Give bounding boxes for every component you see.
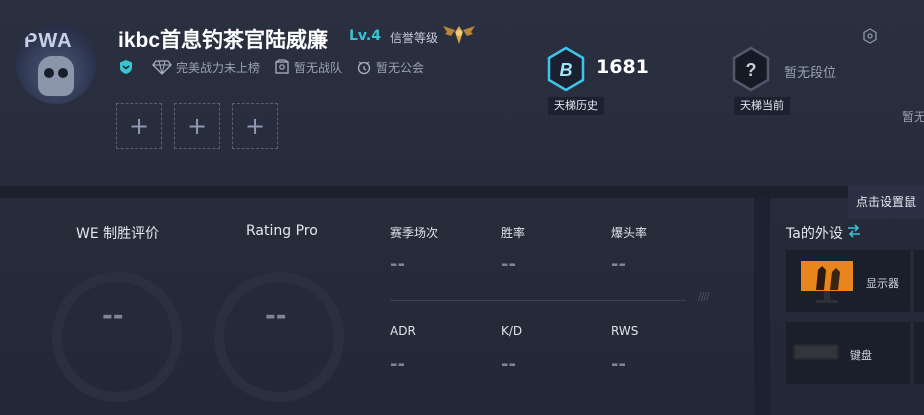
stat-season-matches-label: 赛季场次	[390, 226, 439, 240]
ladder-history-score: 1681	[596, 56, 649, 78]
credit-level-label: 信誉等级	[390, 31, 439, 45]
truncated-rank-text: 暂无	[902, 110, 924, 124]
tag-guild-label: 暂无公会	[376, 60, 425, 75]
avatar-mask-figure	[38, 56, 74, 96]
team-icon	[275, 59, 289, 74]
slash-decoration: ////	[698, 290, 710, 303]
stat-win-rate-value: --	[501, 254, 516, 275]
gear-card-partial-1	[914, 250, 924, 312]
stat-rws-label: RWS	[611, 324, 639, 338]
avatar-left-eye	[44, 68, 54, 78]
add-slot-2[interactable]: +	[174, 103, 220, 149]
stats-separator	[390, 300, 686, 301]
stat-rws-value: --	[611, 354, 626, 375]
golden-wings-badge-icon[interactable]	[441, 22, 477, 48]
settings-icon[interactable]	[862, 28, 878, 44]
we-rating-label: WE 制胜评价	[76, 226, 160, 242]
tag-power-rank-label: 完美战力未上榜	[176, 60, 261, 75]
stat-headshot-rate-value: --	[611, 254, 626, 275]
swap-icon[interactable]	[846, 224, 862, 238]
tag-team-label: 暂无战队	[294, 60, 343, 75]
stat-headshot-rate-label: 爆头率	[611, 226, 648, 240]
stat-kd-label: K/D	[501, 324, 523, 338]
ladder-current-text: 暂无段位	[784, 66, 837, 81]
tag-team-shield[interactable]	[118, 59, 138, 75]
ladder-current-label: 天梯当前	[734, 97, 790, 115]
stat-kd-value: --	[501, 354, 516, 375]
guild-icon	[357, 61, 371, 75]
nickname: ikbc首息钓茶官陆威廉	[118, 29, 329, 52]
we-rating-value: --	[102, 301, 124, 331]
ladder-history-label: 天梯历史	[548, 97, 604, 115]
stat-adr-label: ADR	[390, 324, 416, 338]
profile-tag-row: 完美战力未上榜 暂无战队 暂无公会	[118, 58, 438, 76]
monitor-icon	[801, 261, 853, 303]
add-slot-3[interactable]: +	[232, 103, 278, 149]
add-slot-1[interactable]: +	[116, 103, 162, 149]
diamond-icon	[152, 60, 172, 75]
avatar-text: PWA	[24, 30, 73, 52]
tag-power-rank[interactable]: 完美战力未上榜	[152, 59, 260, 76]
rating-pro-ring	[214, 272, 344, 402]
ladder-history-badge-icon[interactable]: B	[546, 46, 586, 92]
rating-pro-label: Rating Pro	[246, 223, 318, 239]
keyboard-icon	[793, 344, 839, 360]
stat-adr-value: --	[390, 354, 405, 375]
gear-keyboard-name: 键盘	[850, 349, 872, 362]
ladder-history-badge-letter: B	[560, 60, 573, 80]
avatar[interactable]: PWA	[16, 24, 96, 104]
gear-title: Ta的外设	[786, 226, 843, 242]
gear-card-partial-2	[914, 322, 924, 384]
gear-monitor-name: 显示器	[866, 277, 899, 290]
section-divider	[0, 186, 924, 198]
tag-team[interactable]: 暂无战队	[274, 59, 342, 76]
tag-guild[interactable]: 暂无公会	[356, 59, 424, 76]
mouse-setting-tooltip[interactable]: 点击设置鼠	[848, 186, 924, 218]
avatar-right-eye	[58, 68, 68, 78]
level-badge: Lv.4	[349, 28, 381, 44]
ladder-current-badge-glyph: ?	[746, 60, 757, 80]
team-shield-icon	[120, 60, 132, 74]
we-rating-ring	[52, 272, 182, 402]
stat-win-rate-label: 胜率	[501, 226, 526, 240]
rating-pro-value: --	[265, 301, 287, 331]
stat-season-matches-value: --	[390, 254, 405, 275]
ladder-current-badge-icon[interactable]: ?	[731, 46, 771, 92]
